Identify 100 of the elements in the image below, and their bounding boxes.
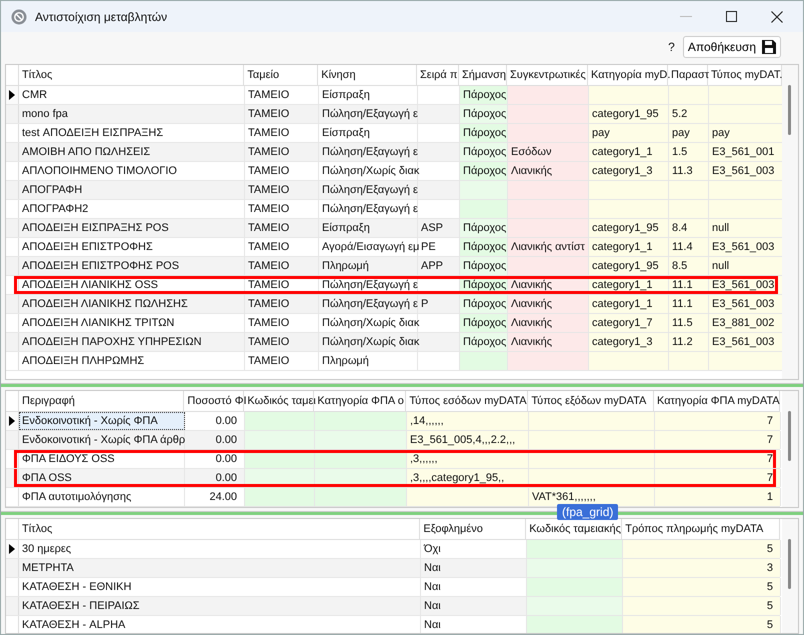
table-cell: Πώληση/Χωρίς διακ xyxy=(319,314,418,332)
table-row[interactable]: ΜΕΤΡΗΤΑ Ναι 3 xyxy=(6,559,780,578)
table-cell: ΤΑΜΕΙΟ xyxy=(245,314,319,332)
column-header[interactable]: Κωδικός ταμει xyxy=(244,391,314,411)
table-cell: ΦΠΑ αυτοτιμολόγησης xyxy=(19,488,185,506)
column-header[interactable]: Σειρά π xyxy=(417,65,459,85)
table-cell: Πώληση/Εξαγωγή ε xyxy=(319,105,418,123)
column-header[interactable]: Κατηγορία myD. xyxy=(588,65,668,85)
table-cell: Λιανικής αντίστ xyxy=(508,238,589,256)
table-cell xyxy=(460,200,508,218)
column-header[interactable]: Σήμανση xyxy=(459,65,507,85)
table-cell: ΑΜΟΙΒΗ ΑΠΟ ΠΩΛΗΣΕΙΣ xyxy=(19,143,245,161)
help-link[interactable]: ? xyxy=(668,40,675,54)
minimize-icon[interactable] xyxy=(680,16,692,18)
table-cell: ΑΠΟΓΡΑΦΗ xyxy=(19,181,245,199)
table-cell: Πώληση/Εξαγωγή ε xyxy=(319,276,418,294)
table-cell: category1_3 xyxy=(589,333,669,351)
table-cell xyxy=(669,352,709,370)
column-header[interactable]: Κατηγορία ΦΠΑ myDATA xyxy=(654,391,780,411)
table-cell: pay xyxy=(589,124,669,142)
table-row[interactable]: ΑΠΟΔΕΙΞΗ ΠΑΡΟΧΗΣ ΥΠΗΡΕΣΙΩΝ ΤΑΜΕΙΟ Πώληση/Χωρίς διακ Πάροχος Λιανικής category1_3 11.2 E3_561_003 xyxy=(6,333,782,352)
column-header[interactable]: Τίτλος xyxy=(19,519,420,539)
column-header[interactable]: Τρόπος πληρωμής myDATA xyxy=(622,519,780,539)
table-cell xyxy=(460,352,508,370)
column-header[interactable]: Κατηγορία ΦΠΑ ο xyxy=(314,391,406,411)
table-cell: ΑΠΟΔΕΙΞΗ ΠΛΗΡΩΜΗΣ xyxy=(19,352,245,370)
table-cell: category1_3 xyxy=(589,162,669,180)
table-cell: ΑΠΟΔΕΙΞΗ ΛΙΑΝΙΚΗΣ ΠΩΛΗΣΗΣ xyxy=(19,295,245,313)
table-cell: ΤΑΜΕΙΟ xyxy=(245,257,319,275)
table-cell: category1_7 xyxy=(589,314,669,332)
row-header-cell[interactable] xyxy=(6,86,19,104)
scrollbar-thumb[interactable] xyxy=(788,411,791,461)
table-cell: 8.5 xyxy=(669,257,709,275)
table-row[interactable]: ΑΠΟΔΕΙΞΗ ΛΙΑΝΙΚΗΣ ΠΩΛΗΣΗΣ ΤΑΜΕΙΟ Πώληση/Εξαγωγή ε P Πάροχος Λιανικής category1_1 11.1 E3_561_003 xyxy=(6,295,782,314)
table-cell: category1_1 xyxy=(589,295,669,313)
table-cell: 30 ημερες xyxy=(19,540,421,558)
column-header[interactable]: Συγκεντρωτικές xyxy=(507,65,588,85)
table-cell: ΤΑΜΕΙΟ xyxy=(245,124,319,142)
column-header[interactable]: Εξοφλημένο xyxy=(420,519,526,539)
table-cell: 8.4 xyxy=(669,219,709,237)
table-cell: 3 xyxy=(623,559,781,577)
table-cell: Πληρωμή xyxy=(319,257,418,275)
table-cell: ΤΑΜΕΙΟ xyxy=(245,333,319,351)
table-row[interactable]: ΑΠΟΔΕΙΞΗ ΕΙΣΠΡΑΞΗΣ POS ΤΑΜΕΙΟ Είσπραξη ASP Πάροχος category1_95 8.4 null xyxy=(6,219,782,238)
table-row[interactable]: mono fpa ΤΑΜΕΙΟ Πώληση/Εξαγωγή ε Πάροχος category1_95 5.2 xyxy=(6,105,782,124)
table-cell: null xyxy=(709,257,783,275)
column-header[interactable]: Παραστ xyxy=(668,65,708,85)
table-cell: E3_561_003 xyxy=(709,238,783,256)
save-button[interactable]: Αποθήκευση xyxy=(682,36,781,58)
table-cell: ΑΠΟΔΕΙΞΗ ΛΙΑΝΙΚΗΣ ΤΡΙΤΩΝ xyxy=(19,314,245,332)
column-header[interactable]: Τύπος εξόδων myDATA xyxy=(528,391,654,411)
table-cell: Πώληση/Εξαγωγή ε xyxy=(319,143,418,161)
table-cell: E3_561_001 xyxy=(709,143,783,161)
column-header[interactable]: Τύπος εσόδων myDATA xyxy=(406,391,528,411)
row-header-cell[interactable] xyxy=(6,540,19,558)
table-row[interactable]: ΦΠΑ OSS 0.00 ,3,,,,category1_95,, 7 xyxy=(6,469,780,488)
scrollbar-thumb[interactable] xyxy=(788,85,791,135)
table-cell: ,14,,,,,, xyxy=(407,412,529,430)
table-cell: Πάροχος xyxy=(460,143,508,161)
table-cell: ΑΠΟΔΕΙΞΗ ΕΠΙΣΤΡΟΦΗΣ POS xyxy=(19,257,245,275)
table-cell: E3_561_003 xyxy=(709,333,783,351)
maximize-icon[interactable] xyxy=(726,11,737,22)
table-cell: Λιανικής xyxy=(508,295,589,313)
table-row[interactable]: ΚΑΤΑΘΕΣΗ - ALPHA Ναι 5 xyxy=(6,616,780,633)
table-cell: 5.2 xyxy=(669,105,709,123)
table-cell: 11.2 xyxy=(669,333,709,351)
close-icon[interactable] xyxy=(771,10,783,22)
table-cell xyxy=(669,200,709,218)
table-cell: E3_561_003 xyxy=(709,162,783,180)
table-cell: Είσπραξη xyxy=(319,124,418,142)
row-header-cell[interactable] xyxy=(6,412,19,430)
table-row[interactable]: ΦΠΑ αυτοτιμολόγησης 24.00 VAT*361,,,,,,, 1 xyxy=(6,488,780,507)
save-icon xyxy=(762,40,776,54)
column-header[interactable]: Τίτλος xyxy=(19,65,244,85)
table-cell: Πάροχος xyxy=(460,219,508,237)
column-header[interactable]: Κωδικός ταμειακής xyxy=(526,519,622,539)
table-row[interactable]: ΑΜΟΙΒΗ ΑΠΟ ΠΩΛΗΣΕΙΣ ΤΑΜΕΙΟ Πώληση/Εξαγωγή ε Πάροχος Εσόδων category1_1 1.5 E3_561_001 xyxy=(6,143,782,162)
column-header[interactable]: Περιγραφή xyxy=(19,391,184,411)
table-cell: 5 xyxy=(623,540,781,558)
table-cell: Πάροχος xyxy=(460,162,508,180)
scrollbar-thumb[interactable] xyxy=(788,539,791,589)
table-cell: 1.5 xyxy=(669,143,709,161)
table-cell: ΚΑΤΑΘΕΣΗ - ALPHA xyxy=(19,616,421,633)
table-row[interactable]: Ενδοκοινοτική - Χωρίς ΦΠΑ άρθρ 0.00 E3_561_005,4,,,2.2,,, 7 xyxy=(6,431,780,450)
table-cell xyxy=(245,431,315,449)
table-cell: Εσόδων xyxy=(508,143,589,161)
column-header[interactable]: Κίνηση xyxy=(318,65,417,85)
column-header[interactable]: Ποσοστό ΦΙ xyxy=(184,391,244,411)
table-row[interactable]: ΚΑΤΑΘΕΣΗ - ΠΕΙΡΑΙΩΣ Ναι 5 xyxy=(6,597,780,616)
table-row[interactable]: ΑΠΟΓΡΑΦΗ ΤΑΜΕΙΟ Πώληση/Εξαγωγή ε xyxy=(6,181,782,200)
table-cell: CMR xyxy=(19,86,245,104)
table-cell: E3_561_003 xyxy=(709,295,783,313)
table-cell: Πάροχος xyxy=(460,295,508,313)
column-header[interactable]: Ταμείο xyxy=(244,65,318,85)
table-row[interactable]: ΑΠΟΔΕΙΞΗ ΠΛΗΡΩΜΗΣ ΤΑΜΕΙΟ Πληρωμή xyxy=(6,352,782,371)
table-cell: ΤΑΜΕΙΟ xyxy=(245,352,319,370)
table-cell: 5 xyxy=(623,616,781,633)
table-cell: Αγορά/Εισαγωγή εμ xyxy=(319,238,418,256)
table-row[interactable]: Ενδοκοινοτική - Χωρίς ΦΠΑ 0.00 ,14,,,,,, 7 xyxy=(6,412,780,431)
table-row[interactable]: ΑΠΟΔΕΙΞΗ ΕΠΙΣΤΡΟΦΗΣ POS ΤΑΜΕΙΟ Πληρωμή APP Πάροχος category1_95 8.5 null xyxy=(6,257,782,276)
